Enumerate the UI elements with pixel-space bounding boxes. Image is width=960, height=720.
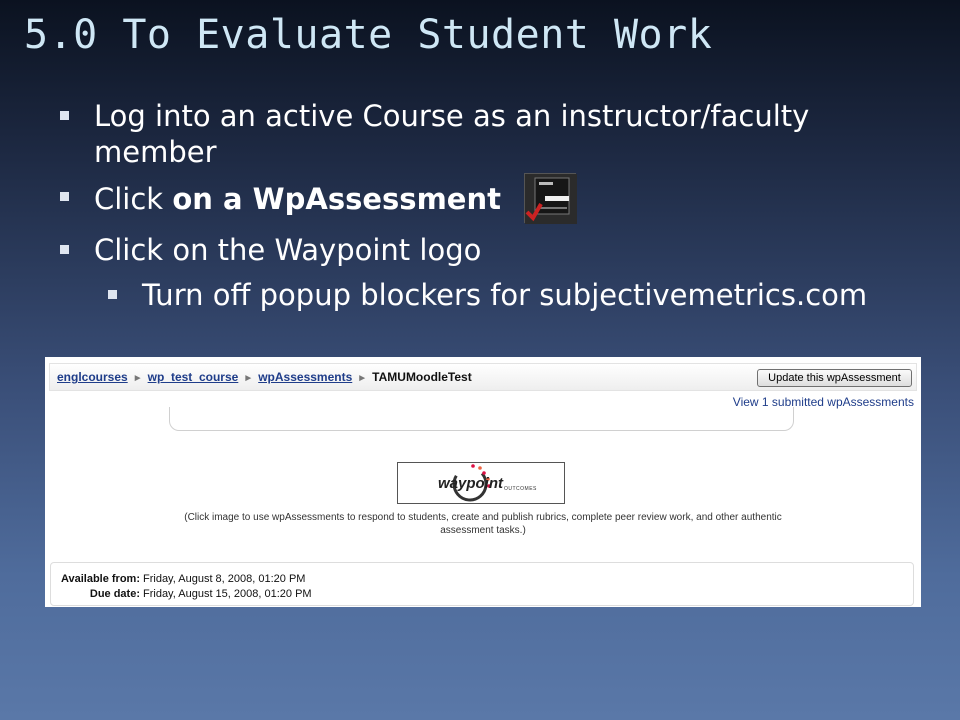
bullet-click-wpassessment: Click on a WpAssessment [56,173,936,224]
available-from-row: Available from: Friday, August 8, 2008, 0… [51,573,306,585]
bullet-popup-blockers: Turn off popup blockers for subjectiveme… [56,277,936,313]
waypoint-logo-button[interactable]: waypoint OUTCOMES [397,462,565,504]
bullet-marker [60,245,69,254]
breadcrumb-separator: ► [132,373,143,384]
bullet-marker [60,192,69,201]
update-wpassessment-button[interactable]: Update this wpAssessment [757,369,912,387]
bullet-popup-text: Turn off popup blockers for subjectiveme… [142,278,868,312]
bullet-marker [60,111,69,120]
bullet-waypoint-logo: Click on the Waypoint logo [56,232,936,268]
bullet-login-text: Log into an active Course as an instruct… [94,99,810,169]
slide-title: 5.0 To Evaluate Student Work [24,12,713,58]
breadcrumb-separator: ► [243,373,254,384]
breadcrumb-link-course[interactable]: wp_test_course [148,370,239,384]
dates-box: Available from: Friday, August 8, 2008, 0… [50,562,914,606]
bullet-click-text: Click [94,182,173,216]
due-date-value: Friday, August 15, 2008, 01:20 PM [143,588,312,600]
bullet-waypoint-text: Click on the Waypoint logo [94,233,482,267]
bullet-list: Log into an active Course as an instruct… [56,98,936,322]
available-from-value: Friday, August 8, 2008, 01:20 PM [143,573,306,585]
outcomes-logo-text: OUTCOMES [504,486,537,492]
breadcrumb-current: TAMUMoodleTest [372,370,472,384]
due-date-label: Due date: [89,588,140,600]
breadcrumb-link-wpassessments[interactable]: wpAssessments [258,370,352,384]
wpassessment-icon [524,173,578,224]
logo-caption: (Click image to use wpAssessments to res… [184,512,782,536]
due-date-row: Due date: Friday, August 15, 2008, 01:20 … [51,588,312,600]
breadcrumb-link-englcourses[interactable]: englcourses [57,370,128,384]
bullet-marker [108,290,117,299]
breadcrumb-separator: ► [357,373,368,384]
navbar: englcourses ► wp_test_course ► wpAssessments… [49,363,917,391]
available-from-label: Available from: [60,573,140,585]
breadcrumb: englcourses ► wp_test_course ► wpAssessments… [57,370,472,384]
moodle-screenshot: englcourses ► wp_test_course ► wpAssessments… [45,357,921,607]
waypoint-logo-text: waypoint [438,475,504,492]
intro-box [169,407,794,431]
bullet-click-bold-text: on a WpAssessment [172,182,501,216]
bullet-login: Log into an active Course as an instruct… [56,98,936,170]
